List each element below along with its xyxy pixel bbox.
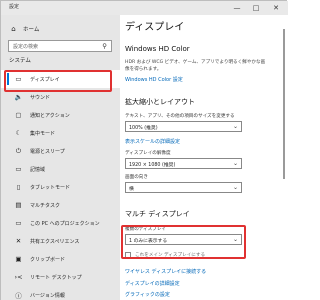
text-size-value: 100% (推奨) — [129, 126, 158, 131]
sidebar-item-label: タブレットモード — [30, 184, 71, 191]
scrollbar[interactable] — [283, 29, 285, 179]
sidebar-item-label: マルチタスク — [30, 202, 61, 209]
advanced-scaling-link[interactable]: 表示スケールの詳細設定 — [125, 138, 180, 145]
sidebar-item-power[interactable]: ⏻ 電源とスリープ — [1, 142, 120, 160]
sidebar-item-clipboard[interactable]: ▣ クリップボード — [1, 250, 120, 268]
wireless-display-link[interactable]: ワイヤレス ディスプレイに接続する — [125, 268, 206, 275]
sidebar-item-focus[interactable]: ☾ 集中モード — [1, 124, 120, 142]
monitor-icon: ▭ — [15, 75, 22, 83]
maximize-button[interactable]: □ — [249, 1, 263, 15]
resolution-value: 1920 × 1080 (推奨) — [129, 163, 176, 168]
minimize-button[interactable]: — — [230, 1, 244, 15]
hd-color-heading: Windows HD Color — [125, 45, 190, 53]
hd-color-settings-link[interactable]: Windows HD Color 設定 — [125, 76, 183, 83]
text-size-label: テキスト、アプリ、その他の項目のサイズを変更する — [125, 114, 235, 119]
search-placeholder: 設定の検索 — [13, 44, 39, 50]
settings-window: 設定 — □ ✕ ⌂ ホーム 設定の検索 ⚲ システム ▭ ディスプレイ 🔈 サ… — [0, 0, 288, 300]
orientation-value: 横 — [129, 187, 134, 192]
multi-display-value: 1 のみに表示する — [129, 239, 168, 244]
main-display-checkbox[interactable]: これをメイン ディスプレイにする — [125, 252, 205, 258]
orientation-label: 画面の向き — [125, 175, 148, 180]
hd-color-text-1: HDR および WCG ビデオ、ゲーム、アプリでより明るく鮮やかな画 — [125, 60, 266, 65]
speaker-icon: 🔈 — [14, 93, 23, 101]
chevron-down-icon: ⌄ — [232, 123, 238, 130]
tablet-icon: ▯ — [16, 183, 21, 191]
remote-desktop-icon: ›< — [14, 273, 23, 281]
sidebar-item-label: 電源とスリープ — [30, 148, 65, 155]
home-icon: ⌂ — [11, 25, 16, 33]
chevron-down-icon: ⌄ — [232, 184, 238, 191]
orientation-select[interactable]: 横 ⌄ — [125, 182, 242, 193]
info-icon: ⓘ — [15, 292, 22, 300]
checkbox-box — [125, 252, 131, 258]
sidebar-item-label: 通知とアクション — [30, 112, 70, 119]
sidebar-item-label: この PC へのプロジェクション — [30, 220, 100, 227]
notification-icon: ▢ — [15, 111, 22, 119]
window-title: 設定 — [9, 4, 20, 10]
hd-color-text-2: 像を得られます。 — [125, 67, 162, 72]
sidebar-item-tablet[interactable]: ▯ タブレットモード — [1, 178, 120, 196]
sidebar-nav: ▭ ディスプレイ 🔈 サウンド ▢ 通知とアクション ☾ 集中モード ⏻ 電源と… — [1, 70, 120, 300]
sidebar-item-projection[interactable]: ▭ この PC へのプロジェクション — [1, 214, 120, 232]
sidebar-item-label: 集中モード — [30, 130, 56, 137]
sidebar-item-label: ディスプレイ — [30, 76, 60, 83]
search-icon: ⚲ — [102, 42, 107, 50]
main-display-label: これをメイン ディスプレイにする — [135, 253, 206, 258]
resolution-label: ディスプレイの解像度 — [125, 151, 171, 156]
graphics-settings-link[interactable]: グラフィックの設定 — [125, 291, 170, 298]
chevron-down-icon: ⌄ — [232, 236, 238, 243]
home-label: ホーム — [23, 27, 40, 33]
multi-display-label: 複数のディスプレイ — [125, 227, 167, 232]
sidebar-item-label: リモート デスクトップ — [30, 274, 82, 281]
multi-display-select[interactable]: 1 のみに表示する ⌄ — [125, 234, 242, 245]
sidebar-item-about[interactable]: ⓘ バージョン情報 — [1, 286, 120, 300]
sidebar: ⌂ ホーム 設定の検索 ⚲ システム ▭ ディスプレイ 🔈 サウンド ▢ 通知と… — [1, 15, 120, 300]
sidebar-item-label: 共有エクスペリエンス — [30, 238, 80, 245]
sidebar-item-label: バージョン情報 — [30, 292, 65, 299]
sidebar-item-notifications[interactable]: ▢ 通知とアクション — [1, 106, 120, 124]
advanced-display-link[interactable]: ディスプレイの詳細設定 — [125, 280, 180, 287]
resolution-select[interactable]: 1920 × 1080 (推奨) ⌄ — [125, 158, 242, 169]
projection-icon: ▭ — [15, 219, 22, 227]
chevron-down-icon: ⌄ — [232, 160, 238, 167]
close-button[interactable]: ✕ — [269, 1, 283, 15]
search-input[interactable]: 設定の検索 ⚲ — [8, 40, 112, 52]
sidebar-item-storage[interactable]: ▭ 記憶域 — [1, 160, 120, 178]
sidebar-item-label: クリップボード — [30, 256, 66, 263]
text-size-select[interactable]: 100% (推奨) ⌄ — [125, 121, 242, 132]
multi-display-heading: マルチ ディスプレイ — [125, 210, 190, 218]
sidebar-item-shared[interactable]: ✕ 共有エクスペリエンス — [1, 232, 120, 250]
section-title-system: システム — [9, 58, 31, 64]
storage-icon: ▭ — [15, 165, 22, 173]
power-icon: ⏻ — [15, 146, 22, 155]
clipboard-icon: ▣ — [15, 255, 22, 263]
moon-icon: ☾ — [15, 129, 22, 137]
sidebar-item-label: 記憶域 — [30, 166, 46, 173]
sidebar-item-label: サウンド — [30, 94, 51, 101]
scale-layout-heading: 拡大縮小とレイアウト — [125, 98, 195, 106]
sidebar-item-display[interactable]: ▭ ディスプレイ — [1, 70, 120, 88]
multitask-icon: ▤ — [15, 201, 22, 209]
shared-icon: ✕ — [15, 237, 22, 245]
sidebar-item-sound[interactable]: 🔈 サウンド — [1, 88, 120, 106]
page-title: ディスプレイ — [125, 22, 185, 33]
sidebar-item-remote[interactable]: ›< リモート デスクトップ — [1, 268, 120, 286]
title-bar[interactable]: 設定 — □ ✕ — [1, 1, 288, 15]
home-link[interactable]: ⌂ ホーム — [9, 23, 39, 35]
sidebar-item-multitask[interactable]: ▤ マルチタスク — [1, 196, 120, 214]
main-content: ディスプレイ Windows HD Color HDR および WCG ビデオ、… — [120, 15, 288, 300]
